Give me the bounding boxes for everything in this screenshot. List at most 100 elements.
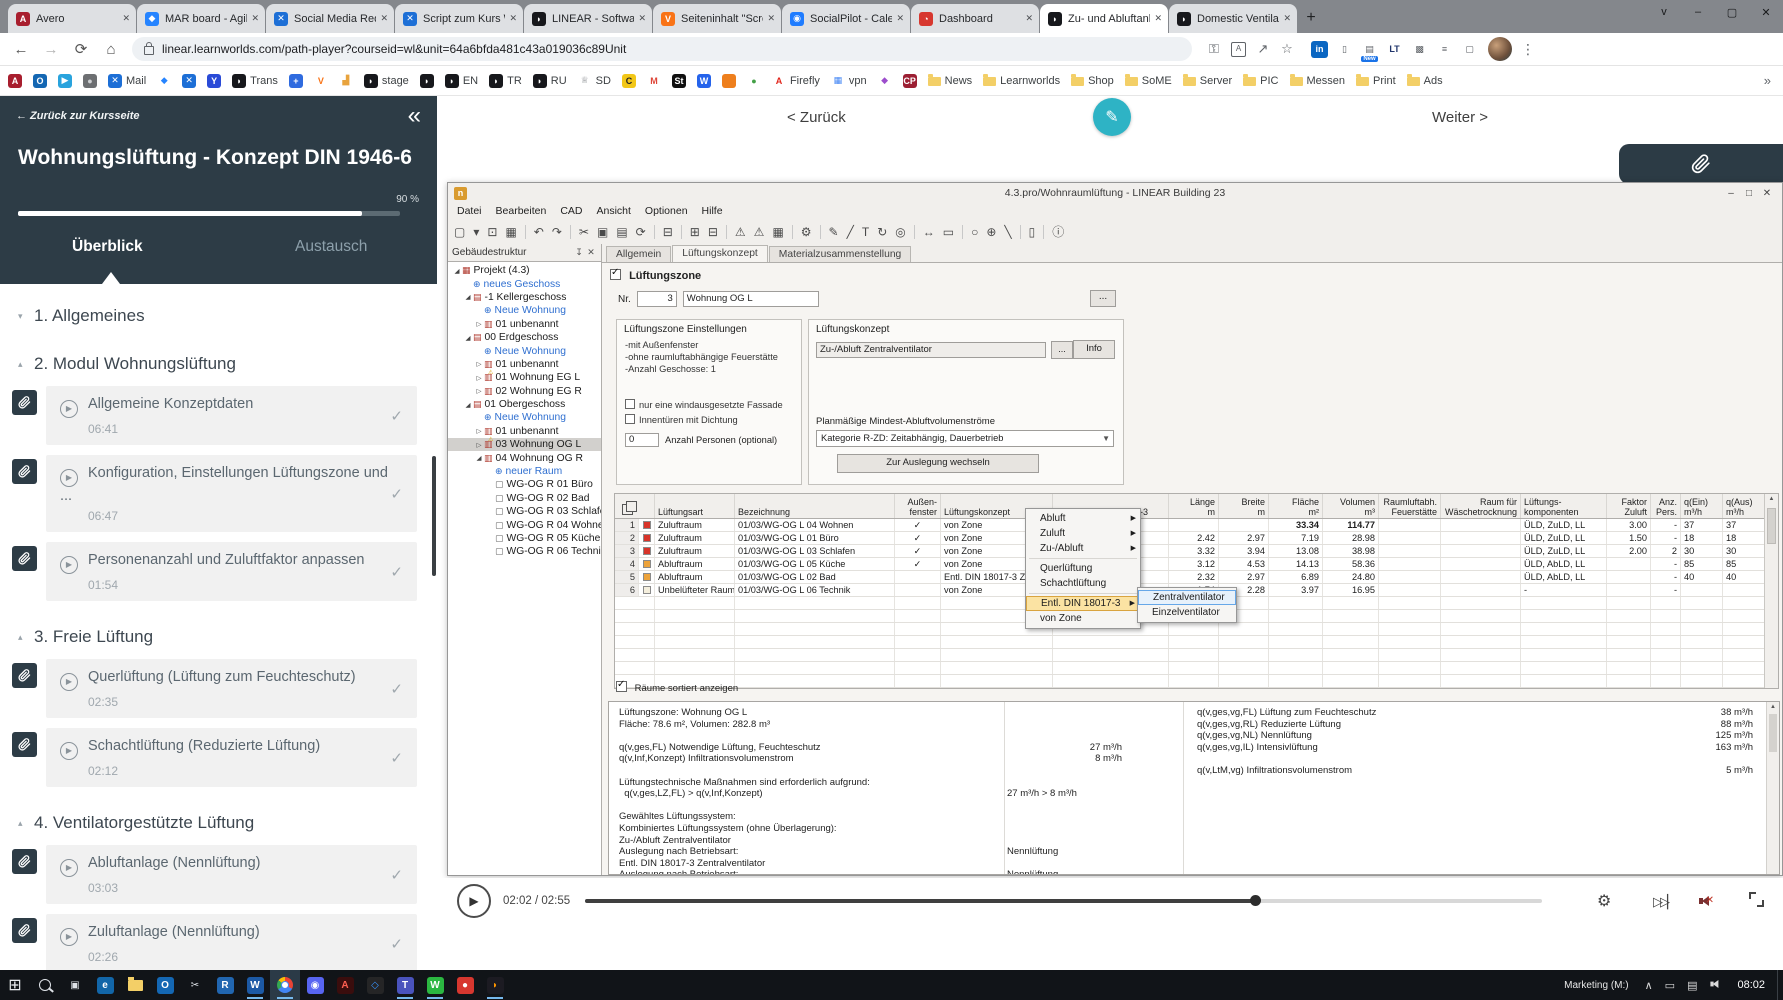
tree-item[interactable]: ▢ WG-OG R 02 Bad: [448, 492, 601, 505]
tree-expander-icon[interactable]: ▷: [474, 387, 484, 395]
copy-icon[interactable]: ▣: [593, 225, 612, 239]
tab-discussion[interactable]: Austausch: [295, 238, 367, 256]
info-icon[interactable]: ⓘ: [1048, 223, 1068, 240]
context-menu-item[interactable]: Abluft ▶: [1026, 511, 1140, 526]
column-header[interactable]: Außen-fenster: [895, 494, 941, 518]
tray-chevron-icon[interactable]: ∧: [1645, 979, 1653, 992]
table-row[interactable]: 3 Zuluftraum 01/03/WG-OG L 03 Schlafen ✓ von…: [615, 545, 1778, 558]
lesson-card[interactable]: ▶ Allgemeine Konzeptdaten 06:41 ✓: [46, 386, 417, 445]
menu-ansicht[interactable]: Ansicht: [589, 205, 637, 217]
taskbar-app-vs[interactable]: ◇: [360, 970, 390, 1000]
browser-tab[interactable]: ◆ MAR board - Agile ✕: [137, 4, 265, 33]
browser-tab[interactable]: V Seiteninhalt "Scree ✕: [653, 4, 781, 33]
context-menu-item[interactable]: Querlüftung: [1026, 561, 1140, 576]
bookmark-linear[interactable]: ◗: [419, 73, 434, 88]
bookmark-linear-ru[interactable]: ◗ RU: [532, 73, 567, 88]
browser-tab[interactable]: ✕ Social Media Reda ✕: [266, 4, 394, 33]
menu-bearbeiten[interactable]: Bearbeiten: [489, 205, 554, 217]
player-back-button[interactable]: < Zurück: [787, 109, 846, 126]
bookmark-gray[interactable]: ●: [83, 73, 97, 88]
bookmark-linear-en[interactable]: ◗ EN: [444, 73, 478, 88]
playback-speed-icon[interactable]: ▷▷▏: [1653, 894, 1677, 910]
tree-expander-icon[interactable]: ◢: [463, 334, 473, 342]
lesson-item[interactable]: ▶ Schachtlüftung (Reduzierte Lüftung) 02:1…: [12, 728, 417, 787]
app-minimize-icon[interactable]: –: [1722, 188, 1740, 199]
bookmark-folder-shop[interactable]: Shop: [1071, 74, 1114, 87]
cut-icon[interactable]: ✂: [575, 225, 593, 239]
maximize-button[interactable]: ▢: [1715, 6, 1749, 19]
app-close-icon[interactable]: ✕: [1758, 188, 1776, 199]
print-icon[interactable]: ⊟: [659, 225, 677, 239]
section-collapse-icon[interactable]: ▾: [18, 311, 34, 322]
bookmark-x1[interactable]: ✕ Mail: [108, 73, 146, 88]
zone-name-field[interactable]: Wohnung OG L: [682, 291, 819, 307]
lesson-card[interactable]: ▶ Querlüftung (Lüftung zum Feuchteschutz)…: [46, 659, 417, 718]
browser-tab[interactable]: ◔ Dashboard ✕: [911, 4, 1039, 33]
taskbar-clock[interactable]: 08:02: [1737, 979, 1765, 991]
bookmark-firefly[interactable]: A Firefly: [772, 74, 820, 88]
browser-tab[interactable]: ◗ LINEAR - Software✕: [524, 4, 652, 33]
star-icon[interactable]: ☆: [1275, 41, 1299, 57]
tree-item[interactable]: ⊕ Neue Wohnung: [448, 344, 601, 357]
tray-volume-icon[interactable]: [1709, 978, 1723, 993]
tree-expander-icon[interactable]: ◢: [452, 267, 462, 275]
languagetool-extension-icon[interactable]: LT: [1386, 41, 1403, 58]
edit-button[interactable]: ✎: [1093, 98, 1131, 136]
search-button[interactable]: [30, 970, 60, 1000]
taskbar-app-explorer[interactable]: [120, 970, 150, 1000]
bookmark-folder-server[interactable]: Server: [1182, 74, 1232, 87]
bookmark-folder-news[interactable]: News: [927, 74, 972, 87]
back-icon[interactable]: ←: [6, 41, 36, 58]
sync-icon[interactable]: ⟳: [632, 225, 650, 239]
context-menu-item[interactable]: Entl. DIN 18017-3 ▶: [1026, 596, 1140, 611]
tree-item[interactable]: ⊕ Neue Wohnung: [448, 411, 601, 424]
warning-icon[interactable]: ⚠: [731, 225, 750, 239]
bookmark-telegram[interactable]: ▶: [58, 73, 72, 88]
new-icon[interactable]: ▢: [450, 225, 469, 239]
node-icon[interactable]: ◎: [891, 225, 909, 239]
context-submenu-item[interactable]: Zentralventilator: [1138, 590, 1236, 605]
persons-field[interactable]: 0: [625, 433, 659, 447]
info-button[interactable]: Info: [1073, 340, 1115, 359]
zone-more-button[interactable]: ...: [1090, 290, 1116, 307]
section-header[interactable]: ▴ 3. Freie Lüftung: [0, 611, 437, 659]
column-header[interactable]: Faktor Zuluft: [1607, 494, 1651, 518]
panel-right-icon[interactable]: ⊟: [704, 225, 722, 239]
dock-close-icon[interactable]: ✕: [585, 247, 597, 258]
tree-item[interactable]: ▷ ▥ 01 unbenannt: [448, 358, 601, 371]
dropdown-icon[interactable]: ▾: [469, 225, 483, 239]
lesson-item[interactable]: ▶ Abluftanlage (Nennlüftung) 03:03 ✓: [12, 845, 417, 904]
translate-icon[interactable]: A: [1231, 41, 1246, 57]
back-to-course-link[interactable]: ← Zurück zur Kursseite: [16, 110, 139, 122]
lesson-card[interactable]: ▶ Schachtlüftung (Reduzierte Lüftung) 02:1…: [46, 728, 417, 787]
app-tab-materialzusammenstellung[interactable]: Materialzusammenstellung: [768, 246, 912, 262]
tree-item[interactable]: ⊕ neuer Raum: [448, 465, 601, 478]
bookmark-sd[interactable]: ♕ SD: [578, 74, 611, 88]
lesson-card[interactable]: ▶ Konfiguration, Einstellungen Lüftungszo…: [46, 455, 417, 532]
lesson-card[interactable]: ▶ Personenanzahl und Zuluftfaktor anpasse…: [46, 542, 417, 601]
pin-icon[interactable]: ↧: [573, 247, 585, 258]
app-tab-allgemein[interactable]: Allgemein: [606, 246, 672, 262]
section-collapse-icon[interactable]: ▴: [18, 818, 34, 829]
tab-close-icon[interactable]: ✕: [896, 13, 904, 24]
lesson-attachment-badge[interactable]: [12, 390, 37, 415]
player-next-button[interactable]: Weiter >: [1432, 109, 1488, 126]
open-icon[interactable]: ⊡: [483, 225, 501, 239]
table-scrollbar[interactable]: ▲: [1764, 494, 1778, 688]
start-button[interactable]: ⊞: [0, 970, 30, 1000]
lesson-attachment-badge[interactable]: [12, 546, 37, 571]
pen-icon[interactable]: ✎: [825, 225, 843, 239]
line-icon[interactable]: ╱: [843, 225, 858, 239]
tree-item[interactable]: ⊕ Neue Wohnung: [448, 304, 601, 317]
tab-close-icon[interactable]: ✕: [638, 13, 646, 24]
zoom-icon[interactable]: ○: [967, 225, 982, 239]
warning2-icon[interactable]: ⚠: [750, 225, 769, 239]
tray-network-icon[interactable]: ▤: [1687, 979, 1697, 992]
settings-gear-icon[interactable]: ⚙: [797, 225, 816, 239]
lesson-card[interactable]: ▶ Zuluftanlage (Nennlüftung) 02:26 ✓: [46, 914, 417, 970]
browser-menu-icon[interactable]: ⋮: [1518, 41, 1538, 58]
lesson-item[interactable]: ▶ Allgemeine Konzeptdaten 06:41 ✓: [12, 386, 417, 445]
column-header[interactable]: q(Aus) m³/h: [1723, 494, 1765, 518]
collapse-sidebar-icon[interactable]: «: [408, 102, 421, 130]
category-dropdown[interactable]: Kategorie R-ZD: Zeitabhängig, Dauerbetri…: [816, 430, 1114, 447]
